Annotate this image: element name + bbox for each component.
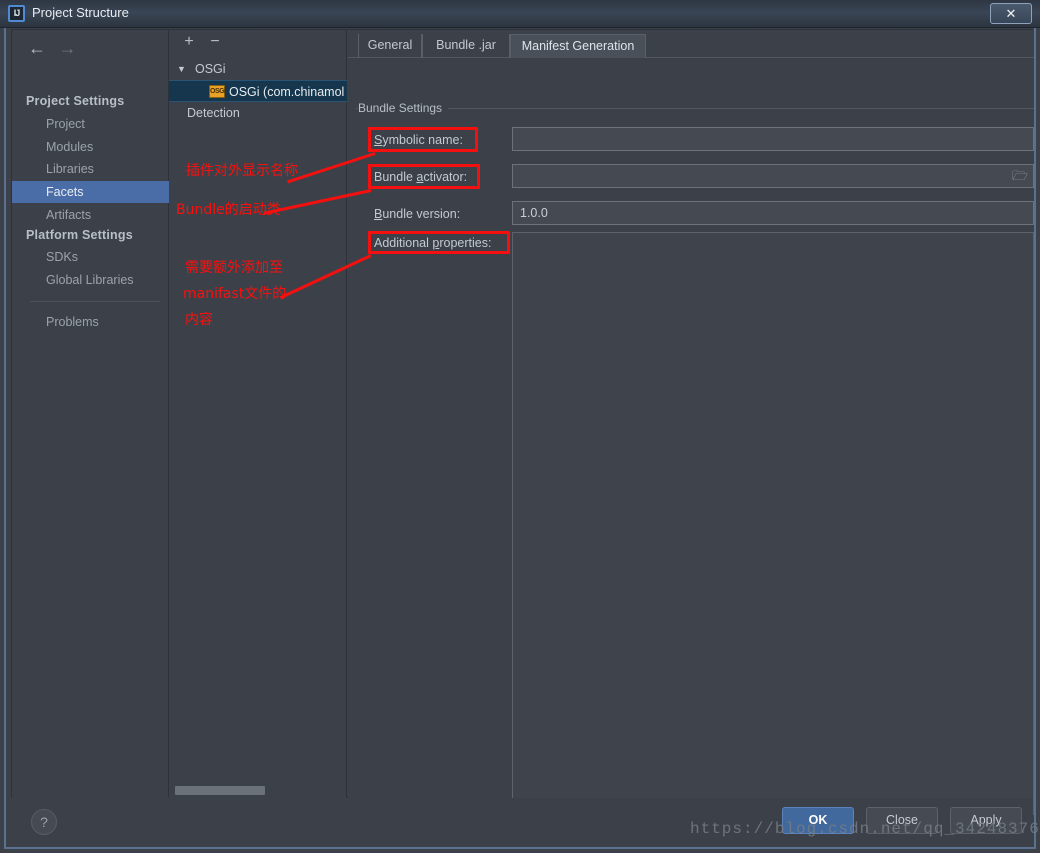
forward-arrow-icon[interactable]: → <box>54 37 80 59</box>
title-bar: IJ Project Structure ✕ <box>0 0 1040 28</box>
annotation-text-additional-line1: 需要额外添加至 <box>185 260 283 276</box>
tab-general[interactable]: General <box>358 34 422 58</box>
osgi-badge-icon: OSGi <box>209 85 226 98</box>
content-area: ← → Project Settings Platform Settings P… <box>11 29 1034 815</box>
sidebar-item-artifacts[interactable]: Artifacts <box>12 204 169 226</box>
facets-tree-panel: + − ▼ OSGi OSGi OSGi (com.chinamol Detec… <box>169 30 347 799</box>
bundle-settings-separator <box>356 108 1034 109</box>
sidebar-item-facets[interactable]: Facets <box>12 181 169 203</box>
dialog-body: ← → Project Settings Platform Settings P… <box>4 28 1036 849</box>
sidebar-item-sdks[interactable]: SDKs <box>12 246 169 268</box>
close-window-button[interactable]: ✕ <box>990 3 1032 24</box>
sidebar-item-libraries[interactable]: Libraries <box>12 158 169 180</box>
sidebar-item-project[interactable]: Project <box>12 113 169 135</box>
window-title: Project Structure <box>32 5 129 20</box>
tree-row[interactable]: ▼ OSGi <box>169 58 347 80</box>
settings-sidebar: ← → Project Settings Platform Settings P… <box>12 30 169 799</box>
tree-node-label-osgi: OSGi <box>195 62 226 76</box>
tree-toolbar: + − <box>169 30 347 55</box>
help-button[interactable]: ? <box>31 809 57 835</box>
bundle-settings-legend: Bundle Settings <box>358 101 449 115</box>
annotation-text-symbolic-name: 插件对外显示名称 <box>186 163 298 179</box>
sidebar-group-platform-settings: Platform Settings <box>26 228 133 242</box>
tree-row[interactable]: Detection <box>169 102 347 124</box>
navigation-arrows: ← → <box>24 37 80 59</box>
annotation-box-additional-properties <box>368 231 510 254</box>
tree-node-label-detection: Detection <box>187 106 240 120</box>
sidebar-divider <box>30 301 160 302</box>
sidebar-item-global-libraries[interactable]: Global Libraries <box>12 269 169 291</box>
bundle-version-label: Bundle version: <box>374 207 461 221</box>
sidebar-item-modules[interactable]: Modules <box>12 136 169 158</box>
folder-browse-icon[interactable]: 🗁 <box>1011 168 1029 184</box>
watermark-text: https://blog.csdn.net/qq_34248376 <box>690 820 1040 838</box>
tab-strip: General Bundle .jar Manifest Generation <box>348 30 1034 58</box>
chevron-down-icon[interactable]: ▼ <box>177 58 189 80</box>
annotation-text-additional-line3: 内容 <box>185 312 213 328</box>
intellij-logo-icon: IJ <box>8 5 25 22</box>
bundle-activator-input[interactable]: 🗁 <box>512 164 1034 188</box>
annotation-box-symbolic-name <box>368 127 478 152</box>
sidebar-group-project-settings: Project Settings <box>26 94 125 108</box>
sidebar-item-problems[interactable]: Problems <box>12 311 169 333</box>
annotation-box-bundle-activator <box>368 164 480 189</box>
annotation-text-bundle-activator: Bundle的启动类 <box>176 202 281 218</box>
annotation-text-additional-line2: manifast文件的 <box>183 286 287 302</box>
project-structure-dialog: IJ Project Structure ✕ ← → Project Setti… <box>0 0 1040 853</box>
bundle-version-input[interactable]: 1.0.0 <box>512 201 1034 225</box>
tree-row[interactable]: OSGi OSGi (com.chinamol <box>169 80 347 102</box>
symbolic-name-input[interactable] <box>512 127 1034 151</box>
tree-node-label-osgi-facet: OSGi (com.chinamol <box>229 85 345 99</box>
add-facet-button[interactable]: + <box>178 32 200 53</box>
tab-bundle-jar[interactable]: Bundle .jar <box>422 34 510 58</box>
additional-properties-textarea[interactable] <box>512 232 1034 815</box>
back-arrow-icon[interactable]: ← <box>24 37 50 59</box>
remove-facet-button[interactable]: − <box>204 32 226 53</box>
tree-horizontal-scrollbar[interactable] <box>175 786 265 795</box>
tab-manifest-generation[interactable]: Manifest Generation <box>510 34 646 58</box>
